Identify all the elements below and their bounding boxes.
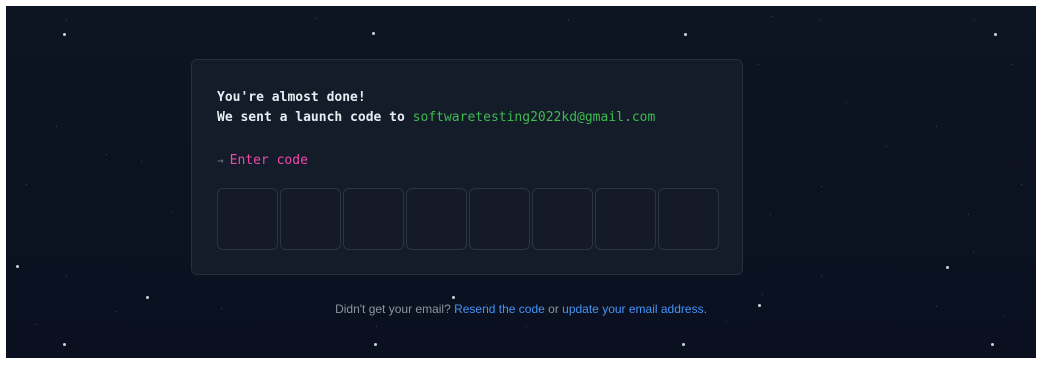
- code-digit-input-4[interactable]: [406, 188, 467, 250]
- right-arrow-icon: →: [217, 154, 224, 167]
- enter-code-prompt: → Enter code: [217, 151, 308, 171]
- sent-code-text: We sent a launch code to softwaretesting…: [217, 108, 655, 128]
- signup-background: You're almost done! We sent a launch cod…: [6, 6, 1036, 358]
- code-digit-input-6[interactable]: [532, 188, 593, 250]
- verification-card: You're almost done! We sent a launch cod…: [191, 59, 743, 275]
- resend-footer: Didn't get your email? Resend the code o…: [6, 302, 1036, 316]
- resend-code-link[interactable]: Resend the code: [454, 302, 545, 316]
- code-digit-input-5[interactable]: [469, 188, 530, 250]
- almost-done-text: You're almost done!: [217, 90, 366, 105]
- code-digit-input-8[interactable]: [658, 188, 719, 250]
- footer-period: .: [703, 302, 707, 316]
- or-text: or: [544, 302, 563, 316]
- didnt-get-email-text: Didn't get your email?: [335, 302, 455, 316]
- code-digit-input-3[interactable]: [343, 188, 404, 250]
- code-input-group: [217, 188, 719, 250]
- code-digit-input-7[interactable]: [595, 188, 656, 250]
- update-email-link[interactable]: update your email address: [562, 302, 703, 316]
- enter-code-label: Enter code: [229, 153, 308, 168]
- sent-code-prefix: We sent a launch code to: [217, 110, 413, 125]
- code-digit-input-1[interactable]: [217, 188, 278, 250]
- verification-message: You're almost done! We sent a launch cod…: [217, 88, 655, 128]
- code-digit-input-2[interactable]: [280, 188, 341, 250]
- email-address: softwaretesting2022kd@gmail.com: [412, 110, 656, 125]
